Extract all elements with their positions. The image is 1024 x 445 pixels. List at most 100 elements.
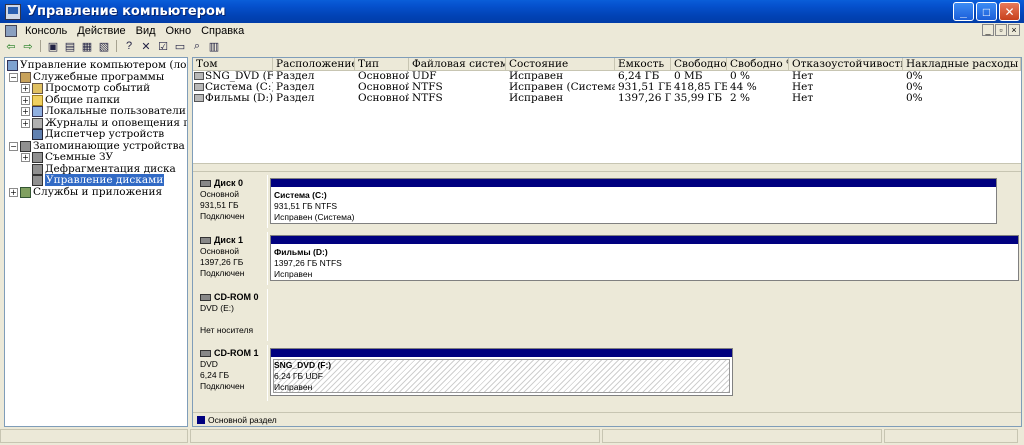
disk-area: SNG_DVD (F:) 6,24 ГБ UDF Исправен [270, 345, 1021, 401]
forward-arrow-icon[interactable]: ⇨ [21, 40, 35, 53]
shared-folder-icon [32, 94, 43, 106]
cell-type: Основной [358, 71, 409, 82]
disk-type: DVD [200, 359, 218, 369]
partition-name: Система (C:) [274, 190, 327, 200]
collapse-icon[interactable]: − [9, 141, 18, 151]
close-button[interactable]: ✕ [999, 2, 1020, 21]
status-cell [190, 429, 600, 443]
disk-status: Нет носителя [200, 325, 254, 335]
column-header-volume[interactable]: Том [193, 58, 273, 70]
expand-icon[interactable]: + [21, 106, 30, 116]
partition-bar [271, 179, 996, 187]
legend: Основной раздел [193, 412, 1021, 426]
disk-row-1[interactable]: Диск 1 Основной 1397,26 ГБ Подключен Фил… [193, 232, 1021, 285]
expand-icon[interactable]: + [21, 152, 30, 162]
delete-icon[interactable]: ✕ [139, 40, 153, 53]
tree-item-device-manager[interactable]: Диспетчер устройств [32, 128, 164, 140]
cell-volume: SNG_DVD (F:) [205, 71, 273, 82]
menu-help[interactable]: Справка [196, 25, 249, 37]
partition-c[interactable]: Система (C:) 931,51 ГБ NTFS Исправен (Си… [270, 178, 997, 224]
partition-d[interactable]: Фильмы (D:) 1397,26 ГБ NTFS Исправен [270, 235, 1019, 281]
expand-icon[interactable]: + [21, 95, 30, 105]
tree-item-event-viewer[interactable]: + Просмотр событий [21, 82, 150, 94]
disk-row-0[interactable]: Диск 0 Основной 931,51 ГБ Подключен Сист… [193, 175, 1021, 228]
menu-console[interactable]: Консоль [20, 25, 72, 37]
partition-info: 6,24 ГБ UDF [274, 371, 323, 381]
disk-status: Подключен [200, 381, 245, 391]
column-header-overhead[interactable]: Накладные расходы [903, 58, 1021, 70]
mdi-close-button[interactable]: × [1008, 24, 1020, 36]
tree-item-disk-management[interactable]: Управление дисками [32, 174, 165, 186]
tree-item-services[interactable]: + Службы и приложения [9, 186, 162, 198]
mmc-icon[interactable] [5, 24, 17, 37]
column-header-free-percent[interactable]: Свободно % [727, 58, 789, 70]
expand-icon[interactable]: + [21, 83, 30, 93]
disk-size: 6,24 ГБ [200, 370, 230, 380]
tree-root[interactable]: Управление компьютером (локаль [7, 59, 187, 71]
partition-state: Исправен [274, 269, 313, 279]
properties-icon[interactable]: ▦ [80, 40, 94, 53]
toolbar: ⇦ ⇨ ▣ ▤ ▦ ▧ ? ✕ ☑ ▭ ⌕ ▥ [0, 38, 1024, 54]
table-row[interactable]: Система (C:) Раздел Основной NTFS Исправ… [193, 82, 1021, 93]
column-header-layout[interactable]: Расположение [273, 58, 355, 70]
cell-status: Исправен [509, 93, 564, 104]
expand-icon[interactable]: + [9, 187, 18, 197]
check-disk-icon[interactable]: ☑ [156, 40, 170, 53]
back-arrow-icon[interactable]: ⇦ [4, 40, 18, 53]
partition-info: 931,51 ГБ NTFS [274, 201, 338, 211]
menu-action[interactable]: Действие [72, 25, 130, 37]
menu-window[interactable]: Окно [161, 25, 197, 37]
tree-item-local-users[interactable]: + Локальные пользователи и гр [21, 105, 187, 117]
disk-label[interactable]: Диск 1 Основной 1397,26 ГБ Подключен [195, 232, 268, 285]
column-header-type[interactable]: Тип [355, 58, 409, 70]
window-controls: _ □ ✕ [953, 2, 1020, 21]
disk-row-cdrom-0[interactable]: CD-ROM 0 DVD (E:) Нет носителя [193, 289, 1021, 341]
open-folder-icon[interactable]: ▭ [173, 40, 187, 53]
settings-icon[interactable]: ▥ [207, 40, 221, 53]
table-row[interactable]: Фильмы (D:) Раздел Основной NTFS Исправе… [193, 93, 1021, 104]
cell-filesystem: NTFS [412, 82, 443, 93]
tree-item-removable-storage[interactable]: + Съемные ЗУ [21, 151, 113, 163]
column-header-capacity[interactable]: Емкость [615, 58, 671, 70]
maximize-button[interactable]: □ [976, 2, 997, 21]
column-header-fault-tolerance[interactable]: Отказоустойчивость [789, 58, 903, 70]
status-cell [602, 429, 882, 443]
cell-overhead: 0% [906, 82, 923, 93]
console-tree[interactable]: Управление компьютером (локаль − Служебн… [4, 57, 188, 427]
table-row[interactable]: SNG_DVD (F:) Раздел Основной UDF Исправе… [193, 71, 1021, 82]
disk-name: CD-ROM 1 [214, 348, 259, 358]
disk-area [270, 289, 1021, 341]
volume-list[interactable]: Том Расположение Тип Файловая система Со… [193, 58, 1021, 104]
mdi-restore-button[interactable]: ▫ [995, 24, 1007, 36]
cell-layout: Раздел [276, 71, 315, 82]
show-tree-icon[interactable]: ▤ [63, 40, 77, 53]
pane-splitter[interactable] [193, 163, 1021, 172]
expand-icon[interactable]: + [21, 118, 30, 128]
cell-volume: Система (C:) [205, 82, 273, 93]
partition-f[interactable]: SNG_DVD (F:) 6,24 ГБ UDF Исправен [270, 348, 733, 396]
column-header-filesystem[interactable]: Файловая система [409, 58, 506, 70]
collapse-icon[interactable]: − [9, 72, 18, 82]
help-icon[interactable]: ? [122, 40, 136, 53]
cell-layout: Раздел [276, 82, 315, 93]
cell-capacity: 1397,26 ГБ [618, 93, 671, 104]
column-header-status[interactable]: Состояние [506, 58, 615, 70]
refresh-icon[interactable]: ▧ [97, 40, 111, 53]
minimize-button[interactable]: _ [953, 2, 974, 21]
cell-type: Основной [358, 93, 409, 104]
menu-view[interactable]: Вид [131, 25, 161, 37]
disk-label[interactable]: CD-ROM 1 DVD 6,24 ГБ Подключен [195, 345, 268, 401]
disk-label[interactable]: CD-ROM 0 DVD (E:) Нет носителя [195, 289, 268, 341]
disk-label[interactable]: Диск 0 Основной 931,51 ГБ Подключен [195, 175, 268, 228]
cell-free: 418,85 ГБ [674, 82, 727, 93]
column-header-free[interactable]: Свободно [671, 58, 727, 70]
window-title: Управление компьютером [27, 4, 226, 19]
mdi-minimize-button[interactable]: _ [982, 24, 994, 36]
storage-icon [20, 140, 31, 152]
disk-area: Фильмы (D:) 1397,26 ГБ NTFS Исправен [270, 232, 1021, 285]
details-pane: Том Расположение Тип Файловая система Со… [192, 57, 1022, 427]
disk-row-cdrom-1[interactable]: CD-ROM 1 DVD 6,24 ГБ Подключен SNG_DVD (… [193, 345, 1021, 401]
up-folder-icon[interactable]: ▣ [46, 40, 60, 53]
search-icon[interactable]: ⌕ [190, 40, 204, 53]
disk-size: 931,51 ГБ [200, 200, 239, 210]
